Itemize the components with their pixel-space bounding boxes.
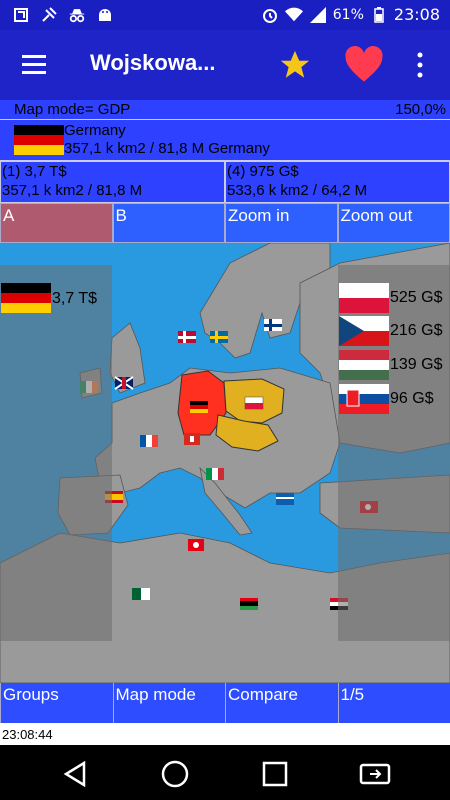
satellite-icon (40, 6, 58, 24)
nfc-icon (12, 6, 30, 24)
select-a-button[interactable]: A (0, 203, 113, 243)
group-a-summary: (1) 3,7 T$ 357,1 k km2 / 81,8 M (0, 161, 225, 203)
map-mode-button[interactable]: Map mode (112, 683, 225, 723)
heart-icon[interactable] (344, 46, 384, 84)
group-b-value: (4) 975 G$ (227, 163, 299, 180)
compare-button[interactable]: Compare (225, 683, 338, 723)
group-b-row-value: 139 G$ (390, 356, 443, 373)
group-b-details: 533,6 k km2 / 64,2 M (227, 182, 368, 199)
star-icon[interactable] (278, 48, 312, 82)
hungary-flag-icon (339, 350, 389, 380)
group-b-row-value: 525 G$ (390, 289, 443, 306)
status-bar: 61% 23:08 (0, 0, 450, 30)
action-row: A B Zoom in Zoom out (0, 203, 450, 243)
more-options-icon[interactable] (412, 50, 428, 80)
group-b-summary: (4) 975 G$ 533,6 k km2 / 64,2 M (225, 161, 450, 203)
group-b-row[interactable]: 216 G$ (338, 316, 450, 346)
group-a-details: 357,1 k km2 / 81,8 M (2, 182, 143, 199)
status-time: 23:08 (393, 5, 440, 24)
app-toolbar: Wojskowa... (0, 30, 450, 100)
select-b-button[interactable]: B (112, 203, 225, 243)
poland-flag-icon (339, 283, 389, 313)
status-icons-right: 61% 23:08 (261, 5, 440, 24)
group-a-country-value: 3,7 T$ (52, 290, 98, 307)
group-b-row[interactable]: 139 G$ (338, 350, 450, 380)
group-b-row-value: 216 G$ (390, 322, 443, 339)
battery-percent: 61% (332, 6, 364, 23)
group-a-panel (0, 265, 112, 641)
germany-flag-icon (14, 125, 64, 155)
group-b-row[interactable]: 96 G$ (338, 384, 450, 414)
home-icon[interactable] (160, 759, 190, 789)
bottom-controls: Groups Map mode Compare 1/5 (0, 683, 450, 723)
zoom-out-button[interactable]: Zoom out (337, 203, 450, 243)
alarm-icon (261, 6, 279, 24)
comparison-columns: (1) 3,7 T$ 357,1 k km2 / 81,8 M (4) 975 … (0, 161, 450, 203)
selected-country[interactable]: Germany 357,1 k km2 / 81,8 M Germany (0, 120, 450, 161)
zoom-level: 150,0% (395, 101, 446, 118)
page-indicator[interactable]: 1/5 (337, 683, 450, 723)
back-icon[interactable] (60, 759, 90, 789)
country-name: Germany (64, 122, 126, 139)
android-icon (96, 6, 114, 24)
czechia-flag-icon (339, 316, 389, 346)
wifi-icon (284, 6, 303, 24)
status-icons-left (12, 6, 114, 24)
app-root: 61% 23:08 Wojskowa... Map mode= GDP 150,… (0, 0, 450, 800)
app-title: Wojskowa... (90, 50, 216, 75)
group-b-row[interactable]: 525 G$ (338, 283, 450, 313)
groups-button[interactable]: Groups (0, 683, 113, 723)
hamburger-menu-icon[interactable] (18, 52, 52, 78)
incognito-icon (68, 6, 86, 24)
germany-flag-icon (1, 283, 51, 313)
screen-cast-icon[interactable] (358, 759, 392, 789)
battery-icon (370, 6, 388, 24)
country-details: 357,1 k km2 / 81,8 M Germany (64, 140, 270, 157)
signal-icon (309, 6, 327, 24)
info-panel: Map mode= GDP 150,0% Germany 357,1 k km2… (0, 100, 450, 203)
group-b-row-value: 96 G$ (390, 390, 434, 407)
map-mode-label: Map mode= GDP (14, 101, 131, 118)
zoom-in-button[interactable]: Zoom in (225, 203, 338, 243)
map-mode-line: Map mode= GDP 150,0% (0, 100, 450, 120)
recents-icon[interactable] (260, 759, 290, 789)
group-a-value: (1) 3,7 T$ (2, 163, 67, 180)
slovakia-flag-icon (339, 384, 389, 414)
clock-readout: 23:08:44 (0, 723, 450, 745)
android-nav-bar (0, 745, 450, 800)
